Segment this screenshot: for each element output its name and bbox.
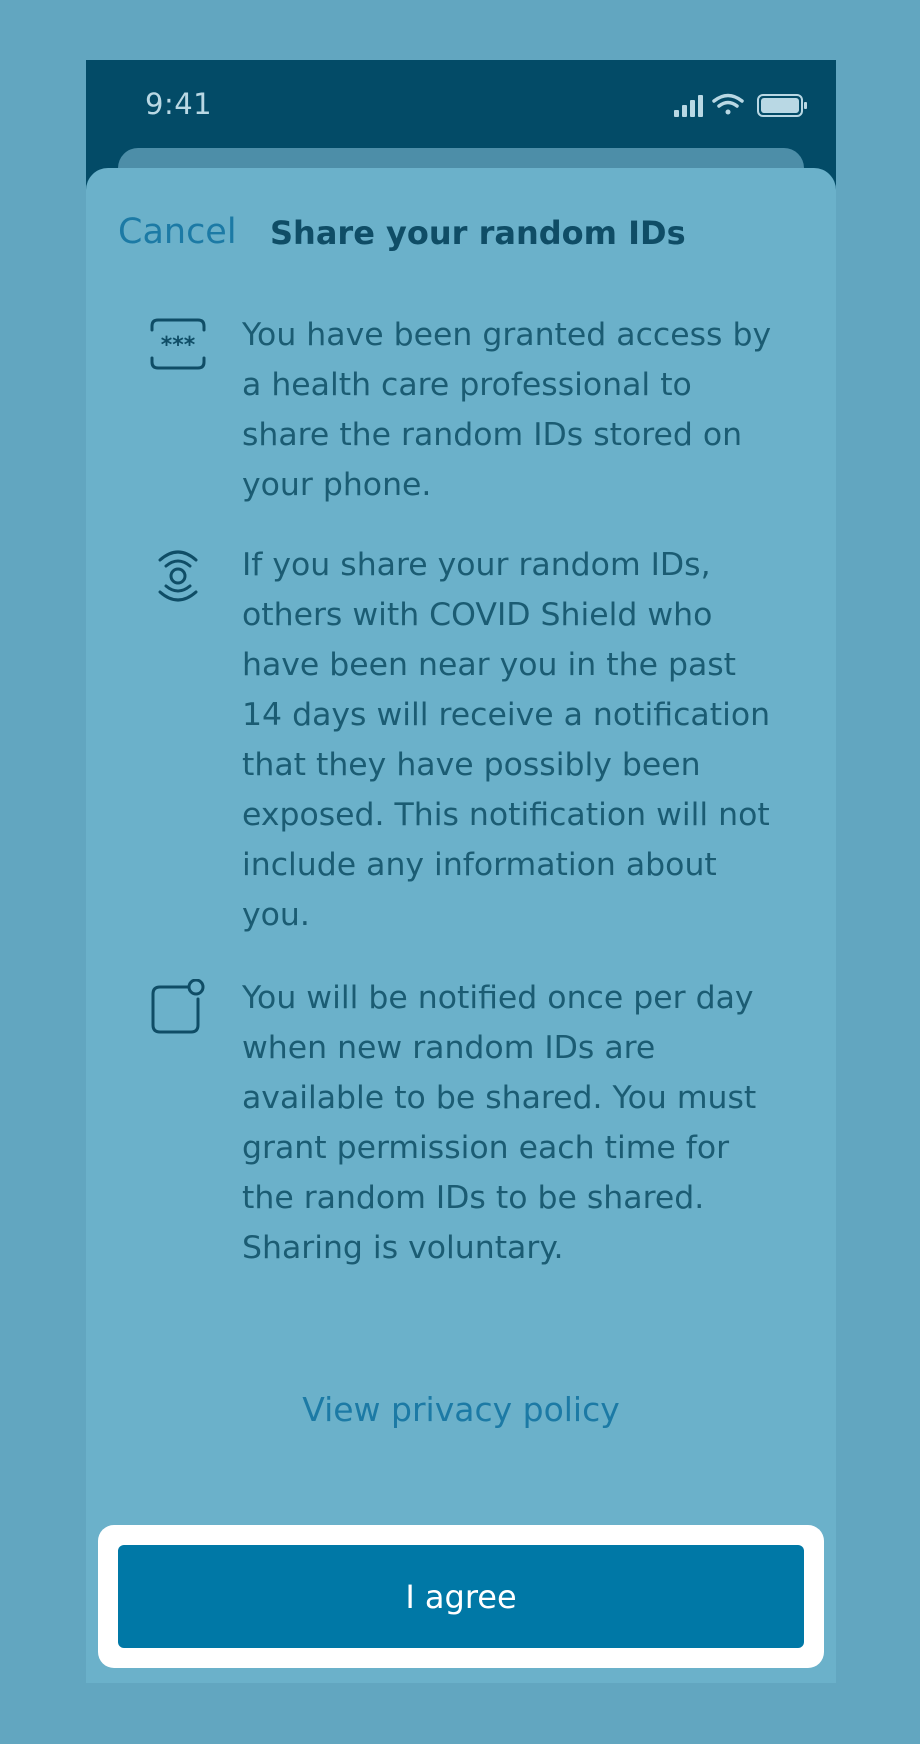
battery-icon [757, 94, 807, 117]
notification-badge-icon [151, 979, 205, 1034]
info-text-access: You have been granted access by a health… [242, 317, 772, 503]
phone-screen: 9:41 Cancel Share your random IDs *** Yo… [86, 60, 836, 1683]
password-icon: *** [150, 318, 206, 370]
svg-text:***: *** [161, 333, 196, 358]
signal-icon [674, 95, 703, 117]
status-icons [674, 93, 807, 117]
sheet-title: Share your random IDs [270, 214, 686, 252]
view-privacy-policy-link[interactable]: View privacy policy [86, 1390, 836, 1429]
agree-button-focus-ring: I agree [98, 1525, 824, 1668]
cancel-button[interactable]: Cancel [118, 212, 237, 252]
info-text-notifications: You will be notified once per day when n… [242, 980, 757, 1266]
wifi-icon [712, 93, 744, 115]
sheet-header: Cancel Share your random IDs [86, 168, 836, 288]
agree-button[interactable]: I agree [118, 1545, 804, 1648]
info-text-sharing: If you share your random IDs, others wit… [242, 547, 771, 933]
broadcast-icon [158, 550, 198, 602]
status-time: 9:41 [145, 87, 213, 121]
share-ids-sheet: Cancel Share your random IDs *** You hav… [86, 168, 836, 1683]
